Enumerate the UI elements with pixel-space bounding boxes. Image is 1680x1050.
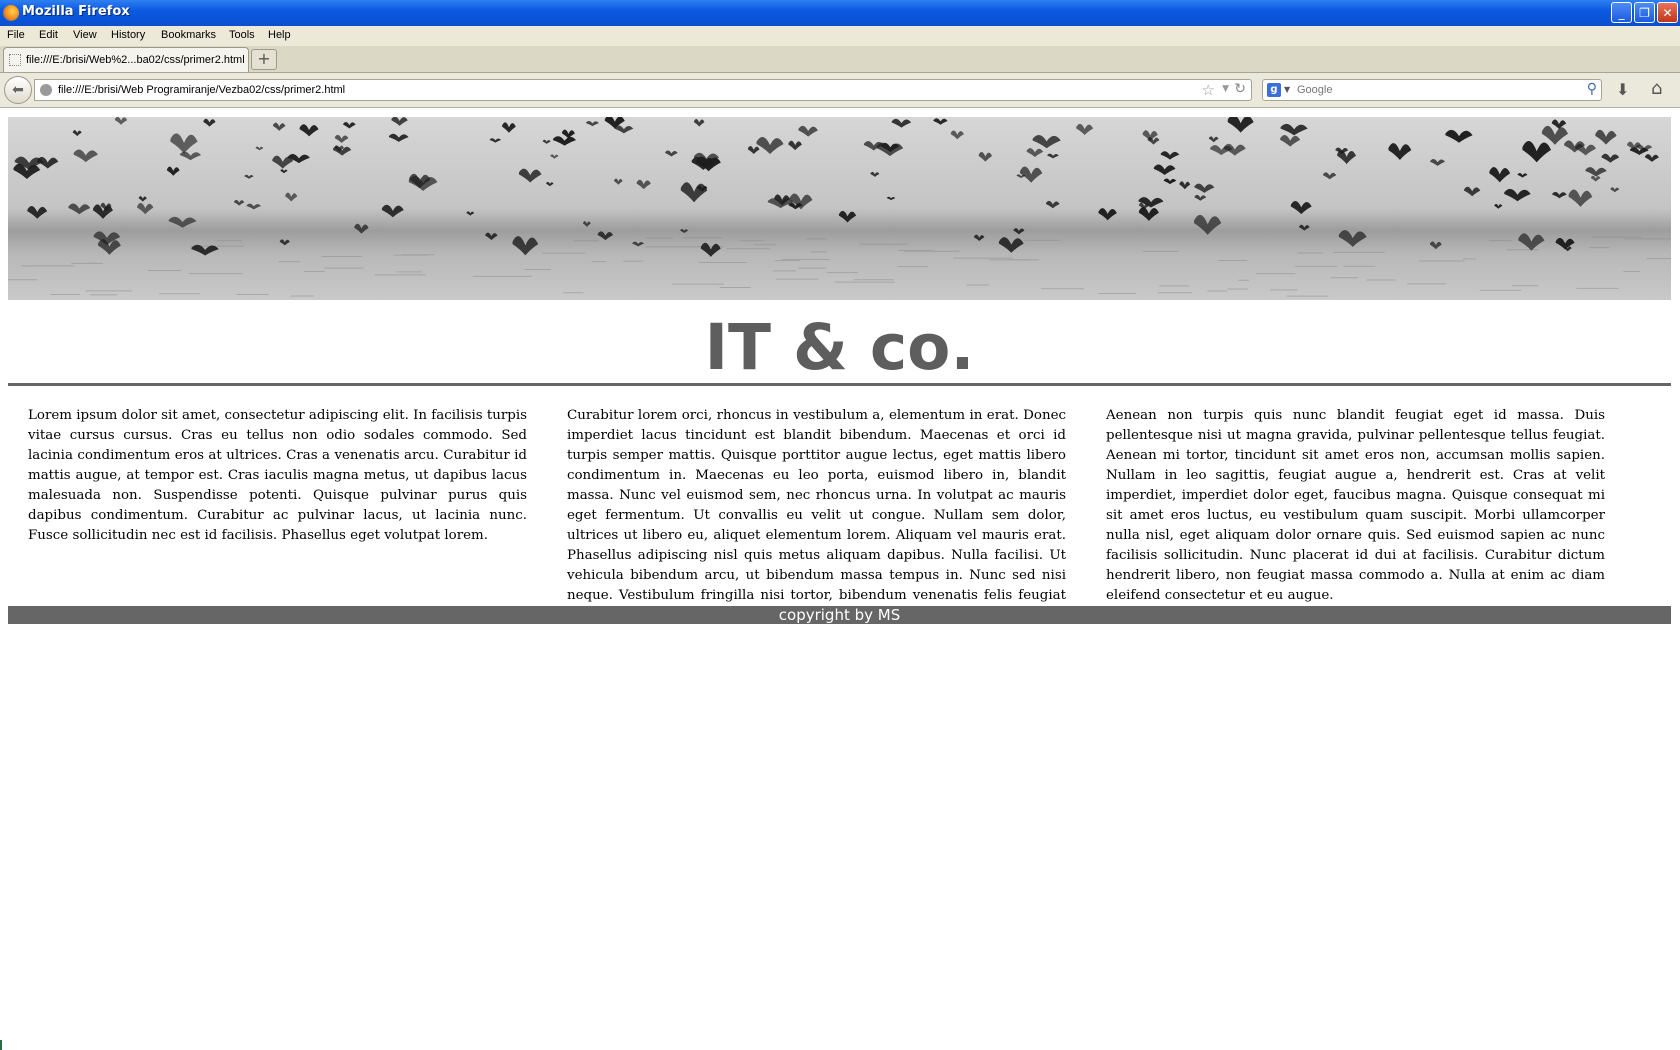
taskbar-edge	[0, 1040, 2, 1050]
menu-file[interactable]: File	[7, 29, 25, 41]
menu-edit[interactable]: Edit	[39, 29, 58, 41]
url-bar[interactable]: file:///E:/brisi/Web Programiranje/Vezba…	[34, 79, 1252, 101]
menu-history[interactable]: History	[111, 29, 145, 41]
content-column-1: Lorem ipsum dolor sit amet, consectetur …	[28, 408, 527, 543]
page-favicon-icon	[9, 54, 21, 66]
page-footer: copyright by MS	[8, 606, 1671, 624]
site-title: IT & co.	[704, 311, 975, 384]
firefox-logo-icon	[3, 5, 19, 21]
tab-primer2[interactable]: file:///E:/brisi/Web%2...ba02/css/primer…	[3, 47, 249, 72]
navigation-bar: ⬅ file:///E:/brisi/Web Programiranje/Vez…	[0, 73, 1680, 108]
engine-dropdown-icon[interactable]: ▼	[1284, 85, 1290, 94]
close-button[interactable]: ✕	[1657, 2, 1678, 23]
menu-tools[interactable]: Tools	[229, 29, 255, 41]
restore-button[interactable]: ❐	[1634, 2, 1655, 23]
back-button[interactable]: ⬅	[4, 76, 32, 104]
home-icon[interactable]: ⌂	[1651, 78, 1662, 99]
banner-image	[8, 117, 1671, 300]
window-titlebar[interactable]: Mozilla Firefox _ ❐ ✕	[0, 0, 1680, 26]
history-dropdown-icon[interactable]: ▼	[1222, 84, 1229, 94]
google-engine-icon[interactable]: g	[1267, 83, 1281, 97]
bookmark-star-icon[interactable]: ☆	[1202, 81, 1215, 99]
menu-view[interactable]: View	[73, 29, 97, 41]
search-placeholder[interactable]: Google	[1297, 84, 1332, 96]
menu-help[interactable]: Help	[268, 29, 291, 41]
site-identity-icon[interactable]	[40, 84, 52, 96]
search-magnifier-icon[interactable]: ⚲	[1587, 81, 1597, 97]
url-text[interactable]: file:///E:/brisi/Web Programiranje/Vezba…	[58, 84, 345, 96]
menu-bookmarks[interactable]: Bookmarks	[161, 29, 216, 41]
back-arrow-icon: ⬅	[12, 82, 24, 98]
content-column-2: Curabitur lorem orci, rhoncus in vestibu…	[567, 408, 1066, 623]
downloads-icon[interactable]: ⬇	[1616, 80, 1629, 99]
banner-birds-photo	[8, 117, 1671, 300]
content-column-3: Aenean non turpis quis nunc blandit feug…	[1106, 408, 1605, 603]
minimize-button[interactable]: _	[1611, 2, 1632, 23]
tab-strip: file:///E:/brisi/Web%2...ba02/css/primer…	[0, 46, 1680, 73]
tab-label: file:///E:/brisi/Web%2...ba02/css/primer…	[26, 54, 245, 66]
search-bar[interactable]: g ▼ Google ⚲	[1262, 79, 1602, 101]
new-tab-button[interactable]: +	[251, 49, 277, 70]
menu-bar: File Edit View History Bookmarks Tools H…	[0, 26, 1680, 46]
window-title: Mozilla Firefox	[22, 4, 130, 19]
header-divider	[8, 383, 1671, 386]
reload-icon[interactable]: ↻	[1234, 81, 1246, 97]
